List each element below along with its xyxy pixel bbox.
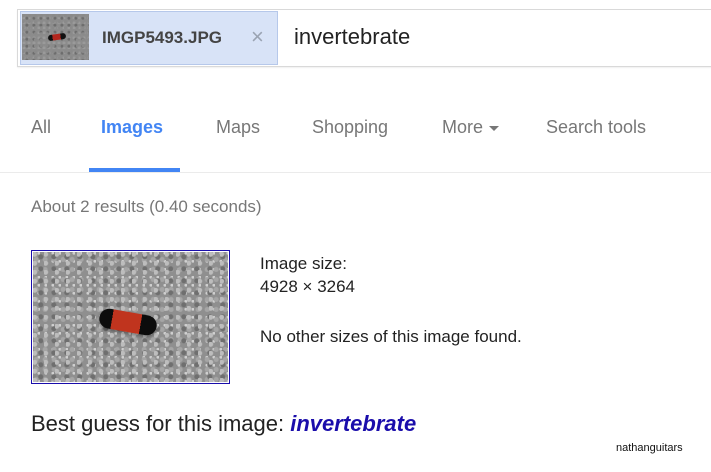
image-size-label: Image size: [260, 254, 347, 273]
search-image-chip[interactable]: IMGP5493.JPG × [20, 11, 278, 65]
tab-shopping[interactable]: Shopping [312, 117, 388, 138]
remove-image-icon[interactable]: × [251, 26, 264, 48]
tab-more[interactable]: More [442, 117, 500, 138]
no-other-sizes-text: No other sizes of this image found. [260, 327, 522, 346]
search-query[interactable]: invertebrate [294, 24, 410, 50]
caterpillar-icon [47, 32, 67, 42]
results-count: About 2 results (0.40 seconds) [31, 197, 262, 216]
tab-all[interactable]: All [31, 117, 51, 138]
caterpillar-photo [33, 252, 228, 382]
best-guess-link[interactable]: invertebrate [290, 411, 416, 436]
tabs-divider [0, 172, 711, 173]
tab-more-label: More [442, 117, 484, 137]
image-size-value: 4928 × 3264 [260, 277, 356, 296]
tab-maps[interactable]: Maps [216, 117, 260, 138]
image-filename: IMGP5493.JPG [102, 28, 223, 47]
chevron-down-icon [489, 125, 500, 131]
search-box[interactable]: IMGP5493.JPG × invertebrate [17, 9, 711, 67]
best-guess-label: Best guess for this image: [31, 411, 291, 436]
result-image-link[interactable] [31, 250, 230, 384]
best-guess: Best guess for this image: invertebrate [31, 411, 416, 437]
tab-images[interactable]: Images [101, 117, 163, 138]
watermark: nathanguitars [616, 442, 683, 454]
caterpillar-shape [97, 307, 159, 337]
tab-search-tools[interactable]: Search tools [546, 117, 646, 138]
image-thumbnail [22, 14, 89, 60]
